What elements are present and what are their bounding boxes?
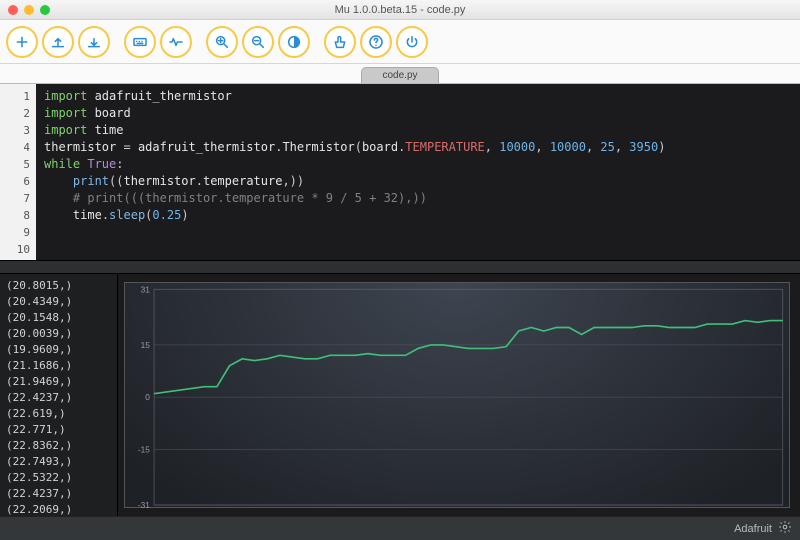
line-gutter: 12345678910 — [0, 84, 36, 260]
serial-line: (22.2069,) — [6, 502, 111, 516]
power-icon — [404, 34, 420, 50]
window-titlebar: Mu 1.0.0.beta.15 - code.py — [0, 0, 800, 20]
power-button[interactable] — [396, 26, 428, 58]
keyboard-icon — [132, 34, 148, 50]
thumbs-up-icon — [332, 34, 348, 50]
serial-line: (21.9469,) — [6, 374, 111, 390]
serial-line: (22.4237,) — [6, 390, 111, 406]
serial-line: (22.8362,) — [6, 438, 111, 454]
plotter-icon — [168, 34, 184, 50]
status-bar: Adafruit — [0, 516, 800, 540]
window-title: Mu 1.0.0.beta.15 - code.py — [0, 4, 800, 16]
zoom-in-icon — [214, 34, 230, 50]
save-button[interactable] — [78, 26, 110, 58]
serial-output[interactable]: (20.8015,)(20.4349,)(20.1548,)(20.0039,)… — [0, 274, 118, 516]
zoom-out-icon — [250, 34, 266, 50]
gear-icon[interactable] — [778, 520, 792, 537]
zoom-in-button[interactable] — [206, 26, 238, 58]
serial-line: (22.7493,) — [6, 454, 111, 470]
plot-series-temperature — [154, 321, 783, 394]
code-editor[interactable]: 12345678910 import adafruit_thermistorim… — [0, 84, 800, 260]
serial-line: (20.1548,) — [6, 310, 111, 326]
plotter-panel[interactable]: -31 -15 0 15 31 — [124, 282, 790, 508]
load-icon — [50, 34, 66, 50]
svg-text:-31: -31 — [138, 500, 150, 510]
svg-text:0: 0 — [145, 392, 150, 402]
serial-line: (20.4349,) — [6, 294, 111, 310]
mode-label: Adafruit — [734, 523, 772, 535]
contrast-button[interactable] — [278, 26, 310, 58]
plotter-button[interactable] — [160, 26, 192, 58]
thumbs-up-button[interactable] — [324, 26, 356, 58]
serial-line: (22.5322,) — [6, 470, 111, 486]
contrast-icon — [286, 34, 302, 50]
help-button[interactable] — [360, 26, 392, 58]
zoom-out-button[interactable] — [242, 26, 274, 58]
load-button[interactable] — [42, 26, 74, 58]
toolbar — [0, 20, 800, 64]
help-icon — [368, 34, 384, 50]
new-button[interactable] — [6, 26, 38, 58]
serial-line: (22.619,) — [6, 406, 111, 422]
serial-line: (22.4237,) — [6, 486, 111, 502]
svg-text:31: 31 — [141, 284, 151, 294]
new-icon — [14, 34, 30, 50]
keyboard-button[interactable] — [124, 26, 156, 58]
svg-text:-15: -15 — [138, 444, 150, 454]
serial-line: (22.771,) — [6, 422, 111, 438]
bottom-panels: (20.8015,)(20.4349,)(20.1548,)(20.0039,)… — [0, 274, 800, 516]
save-icon — [86, 34, 102, 50]
panel-divider[interactable] — [0, 260, 800, 274]
serial-line: (20.8015,) — [6, 278, 111, 294]
svg-text:15: 15 — [141, 340, 151, 350]
file-tab[interactable]: code.py — [361, 67, 438, 83]
serial-line: (20.0039,) — [6, 326, 111, 342]
plot-svg: -31 -15 0 15 31 — [125, 283, 789, 511]
serial-line: (19.9609,) — [6, 342, 111, 358]
serial-line: (21.1686,) — [6, 358, 111, 374]
tab-strip: code.py — [0, 64, 800, 84]
code-area[interactable]: import adafruit_thermistorimport boardim… — [36, 84, 673, 260]
